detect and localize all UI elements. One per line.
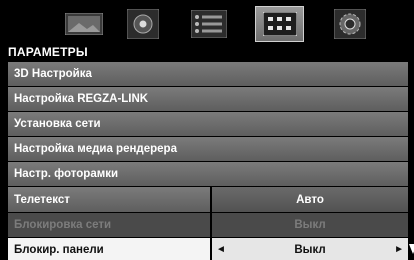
section-title: ПАРАМЕТРЫ [8,45,88,59]
menu-item-3d-settings[interactable]: 3D Настройка [8,62,408,87]
list-icon[interactable] [190,6,228,42]
menu-item-network-setup[interactable]: Установка сети [8,112,408,137]
arrow-right-icon[interactable]: ► [394,244,404,255]
picture-icon[interactable] [62,6,106,42]
menu-item-value: Выкл [294,218,326,231]
teletext-value[interactable]: Авто [212,187,408,212]
setup-icon[interactable] [332,6,368,42]
menu-item-label: 3D Настройка [14,68,92,81]
menu-item-label: Телетекст [14,193,70,206]
menu-item-label: Настройка медиа рендерера [14,143,177,156]
settings-grid-icon[interactable] [255,6,304,42]
menu-item-regza-link[interactable]: Настройка REGZA-LINK [8,87,408,112]
menu-item-photo-frame[interactable]: Настр. фоторамки [8,162,408,187]
menu-item-label: Настройка REGZA-LINK [14,93,149,106]
menu-item-value: Выкл [294,243,326,256]
tv-osd-menu: ПАРАМЕТРЫ 3D Настройка Настройка REGZA-L… [0,0,414,260]
settings-menu: 3D Настройка Настройка REGZA-LINK Устано… [8,62,414,260]
menu-item-label: Блокировка сети [14,218,112,231]
menu-item-label-cell: Телетекст [8,187,210,212]
menu-item-panel-lock[interactable]: Блокир. панели ◄ Выкл ► [8,237,414,260]
menu-item-label: Установка сети [14,118,101,131]
network-lock-value: Выкл [212,212,408,237]
menu-item-media-renderer[interactable]: Настройка медиа рендерера [8,137,408,162]
arrow-left-icon[interactable]: ◄ [216,244,226,255]
scroll-down-icon[interactable] [409,243,414,254]
menu-item-label-cell: Блокир. панели [8,237,210,260]
panel-lock-value[interactable]: ◄ Выкл ► [212,237,408,260]
menu-item-label-cell: Блокировка сети [8,212,210,237]
menu-item-teletext[interactable]: Телетекст Авто [8,187,408,212]
menu-item-label: Блокир. панели [14,243,104,256]
menu-item-network-lock: Блокировка сети Выкл [8,212,408,237]
menu-item-label: Настр. фоторамки [14,168,119,181]
sound-icon[interactable] [126,6,160,42]
category-icon-bar [0,0,414,44]
menu-item-value: Авто [296,193,324,206]
